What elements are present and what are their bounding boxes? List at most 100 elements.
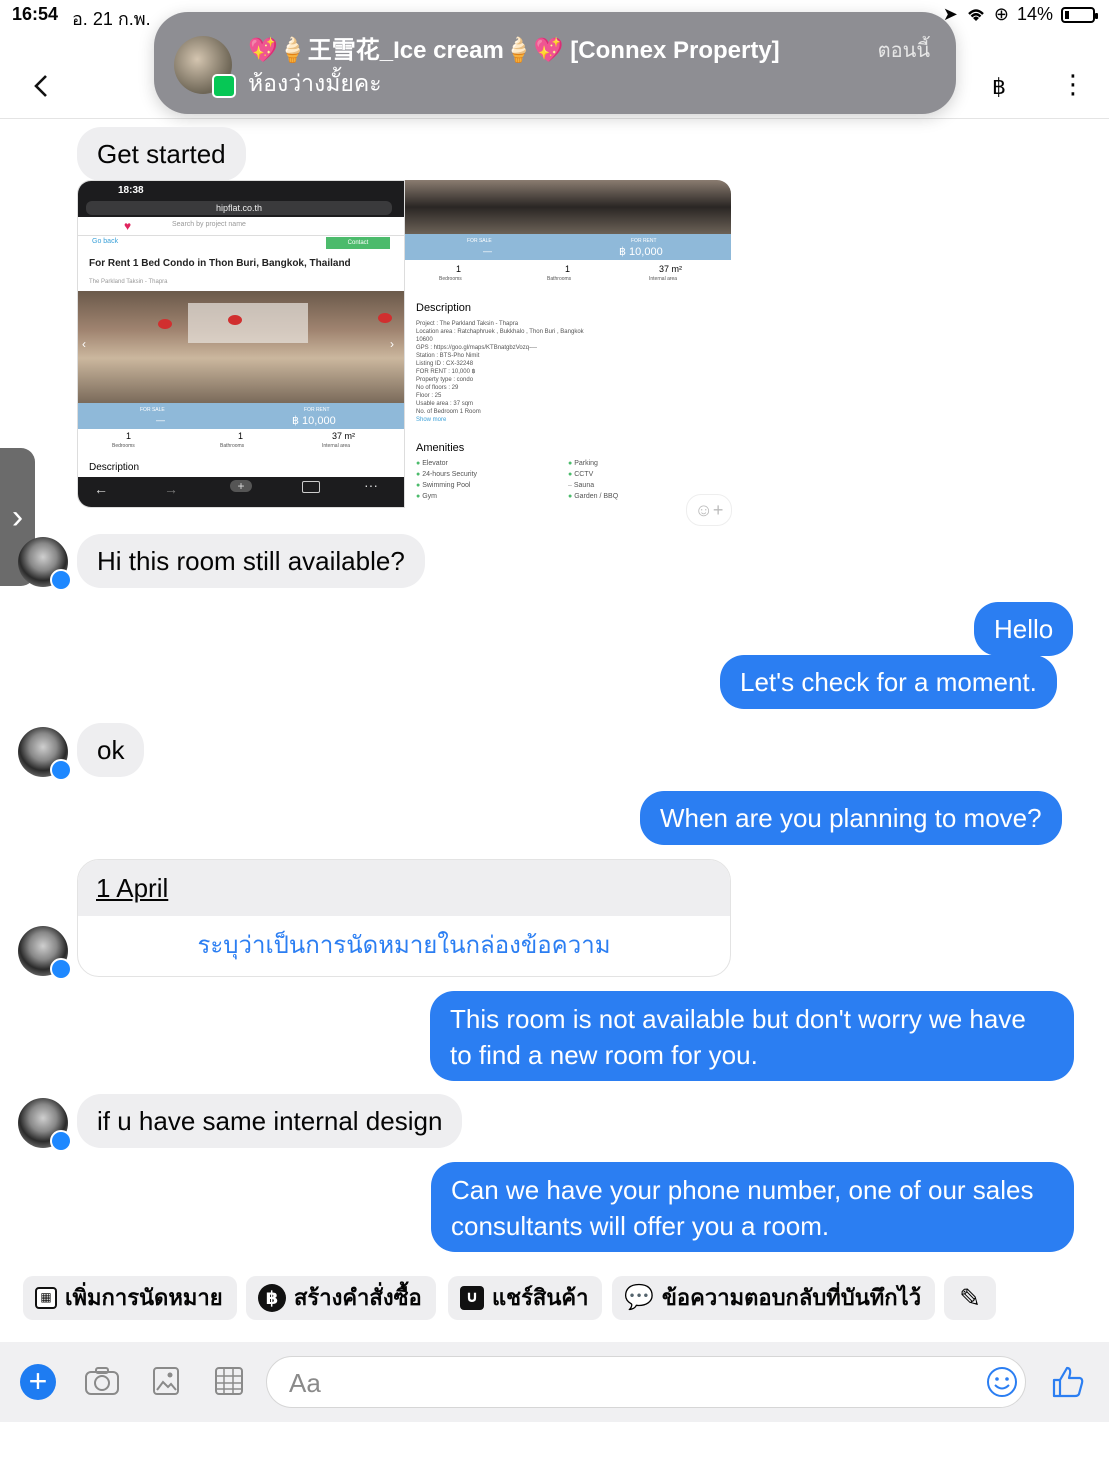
message-incoming: Hi this room still available? [77, 534, 425, 588]
currency-icon[interactable]: ฿ [992, 74, 1006, 100]
line-app-icon [212, 74, 236, 98]
description-line: 10600 [416, 337, 433, 343]
check-icon: ● [416, 493, 421, 500]
image-icon[interactable] [152, 1366, 180, 1396]
listing-screenshot-2[interactable]: FOR SALE — FOR RENT ฿ 10,000 1 Bedrooms … [405, 180, 731, 506]
messenger-badge-icon [50, 1130, 72, 1152]
red-lamp [378, 313, 392, 323]
description-heading: Description [416, 302, 472, 314]
amenity-label: Parking [574, 460, 598, 467]
notification-banner[interactable]: 💖🍦王雪花_Ice cream🍦💖 [Connex Property] ห้อง… [154, 12, 956, 114]
description-heading: Description [89, 462, 140, 473]
room-photo: ‹ › [78, 291, 404, 403]
amenities-heading: Amenities [416, 442, 465, 454]
listing-screenshot-1[interactable]: 18:38 hipflat.co.th Search by project na… [77, 180, 405, 508]
price-strip-2: FOR SALE — FOR RENT ฿ 10,000 [405, 234, 731, 260]
browser-menu-icon: ··· [364, 477, 378, 493]
go-back-link: Go back [92, 238, 119, 245]
amenity-item: – Sauna [568, 480, 718, 491]
edit-quick-actions-button[interactable]: ✎ [944, 1276, 996, 1320]
date-message[interactable]: 1 April [78, 860, 730, 916]
plus-icon[interactable]: + [20, 1364, 56, 1400]
bathrooms-count: 1 [238, 431, 244, 441]
message-line: consultants will offer you a room. [451, 1211, 830, 1241]
check-icon: ● [416, 460, 421, 467]
check-icon: ● [568, 493, 573, 500]
listing-title: For Rent 1 Bed Condo in Thon Buri, Bangk… [89, 258, 351, 269]
description-body: Project : The Parkland Taksin - Thapra L… [416, 320, 726, 424]
mark-as-appointment-button[interactable]: ระบุว่าเป็นการนัดหมายในกล่องข้อความ [78, 916, 730, 976]
calendar-grid-icon[interactable] [214, 1366, 244, 1396]
message-line: Can we have your phone number, one of ou… [451, 1175, 1034, 1205]
living-room-photo [405, 180, 731, 234]
create-order-button[interactable]: ฿ สร้างคำสั่งซื้อ [246, 1276, 436, 1320]
amenity-item: ● Gym [416, 491, 566, 502]
next-photo-icon: › [390, 337, 394, 351]
kitchen-cabinet [188, 303, 308, 343]
show-more-link: Show more [416, 417, 447, 423]
status-time: 16:54 [12, 4, 59, 24]
back-icon[interactable] [28, 72, 56, 100]
description-line: Floor : 25 [416, 393, 442, 399]
rotation-lock-icon: ⊕ [993, 4, 1009, 24]
thumbs-up-icon[interactable] [1050, 1364, 1086, 1400]
status-right: ➤ ⊕ 14% [943, 4, 1098, 25]
bedrooms-label: Bedrooms [112, 443, 135, 449]
message-line: This room is not available but don't wor… [450, 1004, 1026, 1034]
amenity-label: CCTV [574, 471, 594, 478]
add-reaction-icon[interactable]: ☺+ [686, 494, 732, 526]
message-outgoing: When are you planning to move? [640, 791, 1062, 845]
check-icon: ● [416, 471, 421, 478]
description-line: Listing ID : CX-32248 [416, 361, 474, 367]
bedrooms-label: Bedrooms [439, 276, 462, 282]
area-value: 37 m² [659, 264, 683, 274]
phone-time: 18:38 [118, 185, 144, 196]
bathrooms-label: Bathrooms [547, 276, 572, 282]
battery-percent: 14% [1016, 4, 1053, 24]
description-line: Project : The Parkland Taksin - Thapra [416, 321, 519, 327]
camera-icon[interactable] [84, 1366, 120, 1396]
browser-forward-icon: → [164, 481, 178, 497]
amenity-label: 24-hours Security [422, 471, 478, 478]
for-rent-label: FOR RENT [631, 238, 657, 244]
for-sale-label: FOR SALE [467, 238, 492, 244]
listing-location: The Parkland Taksin - Thapra [89, 279, 168, 285]
price-strip: FOR SALE — FOR RENT ฿ 10,000 [78, 403, 404, 429]
description-line: Location area : Ratchaphruek , Bukkhalo … [416, 329, 584, 335]
amenity-item: ● Swimming Pool [416, 480, 566, 491]
bathrooms-count: 1 [565, 264, 571, 274]
browser-toolbar: ← → + ··· [78, 477, 404, 507]
amenity-label: Garden / BBQ [574, 493, 619, 500]
more-icon[interactable]: ⋮ [1060, 71, 1086, 97]
notification-time: ตอนนี้ [877, 40, 930, 62]
description-line: No of floors : 29 [416, 385, 459, 391]
bedrooms-count: 1 [126, 431, 132, 441]
heart-logo-icon: ♥ [124, 219, 132, 233]
for-sale-label: FOR SALE [140, 407, 165, 413]
pencil-icon: ✎ [959, 1283, 981, 1313]
message-incoming: if u have same internal design [77, 1094, 463, 1148]
share-product-button[interactable]: ∪ แชร์สินค้า [448, 1276, 603, 1320]
notification-message: ห้องว่างมั้ยคะ [248, 70, 382, 96]
url-bar: hipflat.co.th [86, 201, 392, 215]
message-outgoing: Can we have your phone number, one of ou… [431, 1162, 1074, 1252]
message-input[interactable]: Aa [266, 1356, 1026, 1408]
battery-icon [1061, 6, 1098, 23]
for-rent-value: ฿ 10,000 [292, 415, 336, 427]
calendar-icon: ▦ [35, 1287, 57, 1309]
create-order-label: สร้างคำสั่งซื้อ [294, 1285, 422, 1310]
check-icon: ● [568, 471, 573, 478]
messenger-badge-icon [50, 958, 72, 980]
add-appointment-button[interactable]: ▦ เพิ่มการนัดหมาย [23, 1276, 237, 1320]
description-line: Station : BTS-Pho Nimit [416, 353, 480, 359]
emoji-icon[interactable] [986, 1366, 1018, 1398]
saved-replies-button[interactable]: 💬 ข้อความตอบกลับที่บันทึกไว้ [612, 1276, 936, 1320]
for-sale-value: — [483, 246, 492, 256]
share-product-label: แชร์สินค้า [492, 1285, 589, 1310]
message-composer: + Aa [0, 1342, 1109, 1422]
amenity-item: ● Elevator [416, 458, 566, 469]
bedrooms-count: 1 [456, 264, 462, 274]
bathrooms-label: Bathrooms [220, 443, 245, 449]
shopping-bag-icon: ∪ [460, 1286, 484, 1310]
message-line: to find a new room for you. [450, 1040, 758, 1070]
